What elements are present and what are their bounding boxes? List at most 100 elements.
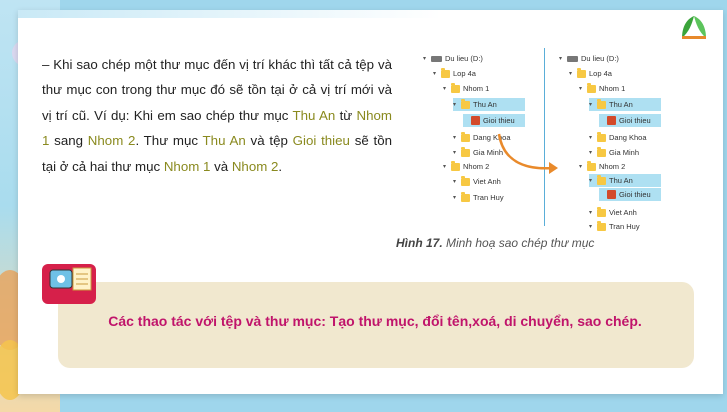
- tree-row: ▾ Du lieu (D:): [423, 52, 525, 65]
- tree-row: ▾ Viet Anh: [589, 206, 661, 219]
- expand-caret-icon: ▾: [453, 102, 457, 108]
- tree-label: Thu An: [473, 100, 497, 109]
- expand-caret-icon: ▾: [559, 56, 563, 62]
- expand-caret-icon: ▾: [569, 71, 573, 77]
- folder-icon: [461, 146, 470, 157]
- explanation-paragraph: – Khi sao chép một thư mục đến vị trí kh…: [42, 52, 392, 179]
- ppt-file-icon: [607, 190, 616, 199]
- highlight-nhom-2: Nhom 2: [231, 158, 279, 174]
- folder-icon: [461, 131, 470, 142]
- tree-label: Gioi thieu: [483, 116, 515, 125]
- tree-label: Du lieu (D:): [445, 54, 483, 63]
- caption-label: Hình 17.: [396, 236, 443, 250]
- tree-label: Dang Khoa: [609, 133, 647, 142]
- logo-icon: [682, 16, 706, 39]
- expand-caret-icon: ▾: [589, 210, 593, 216]
- expand-caret-icon: ▾: [453, 179, 457, 185]
- tree-label: Nhom 2: [599, 162, 626, 171]
- tree-row: ▾ Lop 4a: [433, 67, 525, 80]
- tree-row: ▾ Du lieu (D:): [559, 52, 661, 65]
- folder-icon: [597, 146, 606, 157]
- expand-caret-icon: ▾: [589, 150, 593, 156]
- expand-caret-icon: ▾: [453, 150, 457, 156]
- tree-label: Tran Huy: [473, 193, 504, 202]
- highlight-nhom-1: Nhom 1: [163, 158, 211, 174]
- tree-row: ▾ Tran Huy: [453, 191, 525, 204]
- expand-caret-icon: ▾: [589, 102, 593, 108]
- drive-icon: [431, 55, 442, 62]
- folder-icon: [451, 160, 460, 171]
- tree-label: Thu An: [609, 176, 633, 185]
- expand-caret-icon: ▾: [589, 178, 593, 184]
- tree-row: ▾ Thu An: [589, 98, 661, 111]
- tip-icon: [42, 264, 96, 304]
- folder-icon: [597, 206, 606, 217]
- folder-icon: [461, 98, 470, 109]
- expand-caret-icon: ▾: [579, 86, 583, 92]
- folder-icon: [461, 191, 470, 202]
- tree-label: Viet Anh: [473, 177, 501, 186]
- copy-folder-figure: ▾ Du lieu (D:) ▾ Lop 4a ▾ Nhom 1 ▾ Thu An Gioi t…: [413, 48, 663, 236]
- expand-caret-icon: ▾: [453, 195, 457, 201]
- expand-caret-icon: ▾: [433, 71, 437, 77]
- figure-caption: Hình 17. Minh hoạ sao chép thư mục: [396, 236, 594, 250]
- tree-label: Lop 4a: [589, 69, 612, 78]
- tree-label: Thu An: [609, 100, 633, 109]
- caption-text: Minh hoạ sao chép thư mục: [442, 236, 595, 250]
- tree-row: ▾ Nhom 1: [579, 82, 661, 95]
- tree-label: Gioi thieu: [619, 190, 651, 199]
- tree-label: Tran Huy: [609, 222, 640, 231]
- expand-caret-icon: ▾: [443, 164, 447, 170]
- drive-icon: [567, 55, 578, 62]
- tree-row: Gioi thieu: [599, 188, 661, 201]
- highlight-thu-an: Thu An: [202, 133, 246, 149]
- tree-row: Gioi thieu: [463, 114, 525, 127]
- tree-label: Lop 4a: [453, 69, 476, 78]
- tree-row: ▾ Thu An: [453, 98, 525, 111]
- tree-row: ▾ Nhom 2: [579, 160, 661, 173]
- tree-row: ▾ Nhom 1: [443, 82, 525, 95]
- tree-label: Du lieu (D:): [581, 54, 619, 63]
- tree-row: ▾ Thu An: [589, 174, 661, 187]
- summary-text: Các thao tác với tệp và thư mục: Tạo thư…: [108, 313, 642, 329]
- expand-caret-icon: ▾: [423, 56, 427, 62]
- slide-top-bar: [18, 10, 723, 18]
- folder-icon: [587, 160, 596, 171]
- highlight-gioi-thieu: Gioi thieu: [292, 133, 350, 149]
- tree-row: ▾ Dang Khoa: [589, 131, 661, 144]
- folder-icon: [441, 67, 450, 78]
- folder-icon: [587, 82, 596, 93]
- folder-icon: [461, 175, 470, 186]
- tree-row: ▾ Gia Minh: [589, 146, 661, 159]
- expand-caret-icon: ▾: [579, 164, 583, 170]
- expand-caret-icon: ▾: [589, 135, 593, 141]
- tree-label: Nhom 1: [599, 84, 626, 93]
- expand-caret-icon: ▾: [443, 86, 447, 92]
- folder-icon: [451, 82, 460, 93]
- text-segment: . Thư mục: [135, 133, 203, 149]
- copy-arrow-icon: [497, 133, 558, 174]
- text-segment: từ: [335, 107, 357, 123]
- folder-icon: [597, 98, 606, 109]
- tree-row: Gioi thieu: [599, 114, 661, 127]
- folder-icon: [577, 67, 586, 78]
- expand-caret-icon: ▾: [589, 224, 593, 230]
- text-segment: .: [278, 158, 283, 174]
- text-segment: và: [210, 158, 232, 174]
- expand-caret-icon: ▾: [453, 135, 457, 141]
- tree-row: ▾ Viet Anh: [453, 175, 525, 188]
- tree-row: ▾ Tran Huy: [589, 220, 661, 233]
- tree-label: Nhom 2: [463, 162, 490, 171]
- tree-label: Gioi thieu: [619, 116, 651, 125]
- tree-label: Gia Minh: [609, 148, 640, 157]
- highlight-nhom-2: Nhom 2: [87, 133, 136, 149]
- tree-row: ▾ Lop 4a: [569, 67, 661, 80]
- folder-icon: [597, 220, 606, 231]
- highlight-thu-an: Thu An: [292, 107, 336, 123]
- text-segment: sang: [49, 133, 88, 149]
- tree-label: Viet Anh: [609, 208, 637, 217]
- folder-icon: [597, 174, 606, 185]
- folder-icon: [597, 131, 606, 142]
- ppt-file-icon: [471, 116, 480, 125]
- text-segment: và tệp: [245, 133, 293, 149]
